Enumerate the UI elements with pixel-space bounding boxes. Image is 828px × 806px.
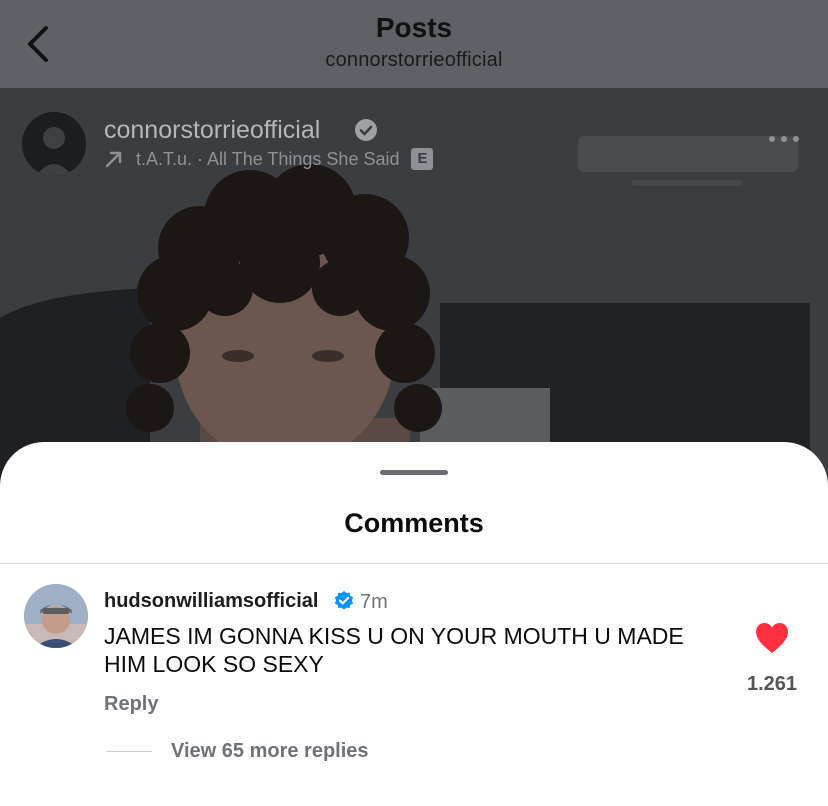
avatar-image (22, 112, 86, 176)
post-author-username[interactable]: connorstorrieofficial (104, 116, 320, 145)
verified-badge-icon (334, 590, 354, 610)
like-button[interactable] (754, 621, 790, 655)
more-horizontal-icon (769, 136, 799, 142)
sheet-divider (0, 563, 828, 564)
comment-username[interactable]: hudsonwilliamsofficial (104, 590, 318, 613)
explicit-badge: E (411, 148, 434, 170)
heart-filled-icon (756, 623, 788, 653)
sheet-title: Comments (344, 508, 484, 538)
view-more-replies-button[interactable]: View 65 more replies (171, 740, 369, 763)
verified-badge-icon (355, 119, 377, 141)
more-options-button[interactable] (766, 132, 802, 146)
post-author-avatar[interactable] (22, 112, 86, 176)
commenter-avatar[interactable] (24, 584, 88, 648)
comment-text: JAMES IM GONNA KISS U ON YOUR MOUTH U MA… (104, 623, 684, 677)
page-subtitle: connorstorrieofficial (325, 49, 503, 71)
music-attribution[interactable]: t.A.T.u. · All The Things She Said E (104, 148, 434, 170)
sheet-drag-handle[interactable] (380, 470, 448, 475)
arrow-up-right-icon (105, 151, 122, 168)
reply-button[interactable]: Reply (104, 693, 158, 716)
page-title: Posts (375, 12, 453, 43)
avatar-image (24, 584, 88, 648)
music-track-label: t.A.T.u. · All The Things She Said (136, 148, 400, 169)
top-nav-bar: Posts connorstorrieofficial (0, 0, 828, 88)
comment-timestamp: 7m (360, 591, 388, 613)
like-count: 1.261 (746, 673, 798, 695)
replies-connector-line (106, 751, 152, 752)
comments-sheet: Comments hudsonwilliamsofficial 7m JAMES… (0, 442, 828, 806)
